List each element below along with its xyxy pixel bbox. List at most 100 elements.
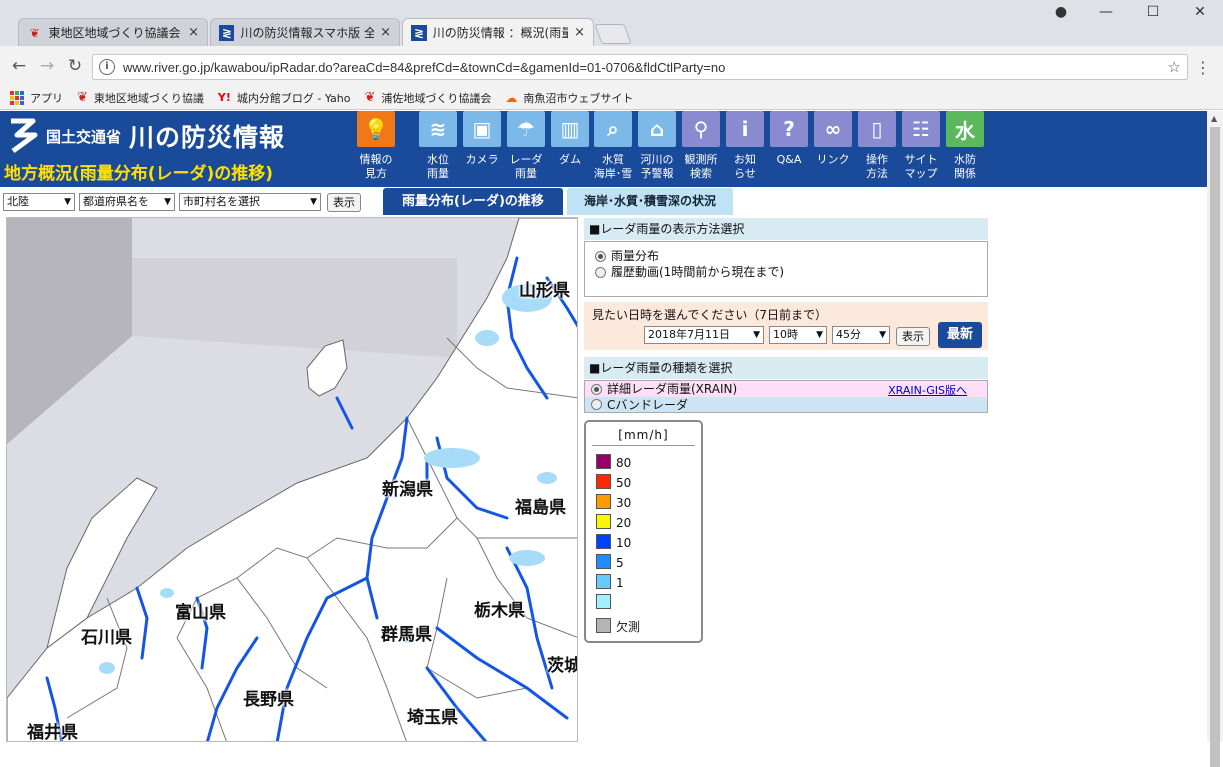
date-select[interactable]: 2018年7月11日 ▼ — [644, 326, 764, 344]
nav-flood-defense[interactable]: 水水防 関係 — [944, 111, 986, 181]
water-level-icon: ≋ — [419, 111, 457, 147]
nav-info[interactable]: i お知 らせ — [724, 111, 766, 181]
minute-select-value: 45分 — [836, 328, 861, 341]
radar-type-options: 詳細レーダ雨量(XRAIN) XRAIN-GIS版へ Cバンドレーダ — [584, 380, 988, 413]
latest-button[interactable]: 最新 — [938, 322, 982, 348]
town-select[interactable]: 市町村名を選択 ▼ — [179, 193, 321, 211]
yahoo-favicon-icon: Y! — [217, 91, 231, 104]
back-arrow-icon[interactable]: ← — [8, 55, 30, 77]
legend-swatch — [596, 514, 611, 529]
dropdown-arrow-icon: ▼ — [64, 197, 71, 207]
scroll-up-icon[interactable]: ▲ — [1211, 114, 1217, 123]
tab-close-icon[interactable]: × — [574, 25, 585, 40]
radio-unselected-icon[interactable] — [591, 399, 602, 410]
reload-icon[interactable]: ↻ — [64, 55, 86, 77]
display-method-header: ■レーダ雨量の表示方法選択 — [584, 218, 988, 240]
bookmark-item[interactable]: ☁ 南魚沼市ウェブサイト — [505, 90, 633, 106]
prefecture-label: 石川県 — [81, 628, 132, 648]
datetime-show-button[interactable]: 表示 — [896, 327, 930, 346]
bookmark-star-icon[interactable]: ☆ — [1168, 58, 1181, 76]
bookmark-item[interactable]: Y! 城内分館ブログ - Yaho — [218, 90, 351, 106]
lightbulb-icon: 💡 — [357, 111, 395, 147]
minimize-button[interactable]: — — [1090, 4, 1122, 20]
nav-link[interactable]: ∞ リンク — [812, 111, 854, 167]
flood-defense-icon: 水 — [946, 111, 984, 147]
date-select-value: 2018年7月11日 — [648, 328, 730, 341]
close-window-button[interactable]: ✕ — [1184, 4, 1216, 20]
nav-lightbulb[interactable]: 💡 情報の 見方 — [355, 111, 397, 181]
nav-water-level[interactable]: ≋ 水位 雨量 — [417, 111, 459, 181]
region-show-button[interactable]: 表示 — [327, 193, 361, 212]
bookmark-apps[interactable]: アプリ — [10, 90, 63, 106]
maximize-button[interactable]: ☐ — [1137, 4, 1169, 20]
browser-tab-1[interactable]: ❦ 東地区地域づくり協議会ブロ × — [18, 18, 208, 46]
radar-type-header: ■レーダ雨量の種類を選択 — [584, 357, 988, 379]
prefecture-select[interactable]: 都道府県名を ▼ — [79, 193, 175, 211]
legend-row — [596, 594, 616, 609]
browser-menu-icon[interactable]: ⋮ — [1195, 58, 1211, 77]
nav-sitemap[interactable]: ☷ サイト マップ — [900, 111, 942, 181]
browser-tabstrip: ❦ 東地区地域づくり協議会ブロ × ≷ 川の防災情報スマホ版 全国 × ≷ 川の… — [0, 0, 1223, 46]
rainfall-legend: [mm/h] 80 50 30 20 10 5 1 欠測 — [584, 420, 703, 643]
tab-close-icon[interactable]: × — [188, 25, 199, 40]
nav-label: お知 らせ — [734, 153, 756, 180]
tab-rain-radar[interactable]: 雨量分布(レーダ)の推移 — [383, 188, 563, 215]
legend-row: 10 — [596, 534, 631, 549]
nav-house-warning[interactable]: ⌂ 河川の 予警報 — [636, 111, 678, 181]
kawabou-favicon-icon: ❦ — [29, 25, 40, 40]
prefecture-label: 茨城 — [547, 656, 578, 676]
legend-value: 20 — [616, 516, 632, 530]
radio-rain-distribution[interactable]: 雨量分布 — [595, 248, 977, 264]
radio-selected-icon[interactable] — [595, 250, 606, 262]
tab-close-icon[interactable]: × — [380, 25, 391, 40]
browser-tab-2[interactable]: ≷ 川の防災情報スマホ版 全国 × — [210, 18, 400, 46]
bookmark-item[interactable]: ❦ 東地区地域づくり協議 — [77, 90, 204, 106]
nav-water-quality[interactable]: ⌕ 水質 海岸･雪 — [592, 111, 634, 181]
dam-icon: ▥ — [551, 111, 589, 147]
tab-coast-water-snow[interactable]: 海岸･水質･積雪深の状況 — [567, 188, 733, 215]
radio-selected-icon[interactable] — [591, 383, 602, 395]
new-tab-button[interactable] — [594, 24, 632, 44]
address-bar[interactable]: i www.river.go.jp/kawabou/ipRadar.do?are… — [92, 54, 1188, 80]
page-title: 地方概況(雨量分布(レーダ)の推移) — [4, 164, 274, 184]
bookmark-item[interactable]: ❦ 浦佐地域づくり協議会 — [365, 90, 492, 106]
nav-search[interactable]: ⚲ 観測所 検索 — [680, 111, 722, 181]
nav-dam[interactable]: ▥ ダム — [549, 111, 591, 167]
kawabou-favicon-icon: ❦ — [364, 90, 376, 105]
page-scrollbar[interactable]: ▲ — [1207, 111, 1223, 767]
dropdown-arrow-icon: ▼ — [816, 330, 823, 340]
dropdown-arrow-icon: ▼ — [164, 197, 171, 207]
nav-label: サイト マップ — [904, 153, 938, 180]
forward-arrow-icon[interactable]: → — [36, 55, 58, 77]
scrollbar-thumb[interactable] — [1210, 127, 1220, 767]
radio-cband[interactable]: Cバンドレーダ — [585, 397, 987, 412]
hour-select-value: 10時 — [773, 328, 798, 341]
nav-question[interactable]: ? Q&A — [768, 111, 810, 167]
legend-value: 80 — [616, 456, 632, 470]
legend-row: 20 — [596, 514, 631, 529]
tab-title: 川の防災情報スマホ版 全国 — [240, 26, 375, 40]
account-icon[interactable]: ● — [1045, 4, 1077, 20]
minute-select[interactable]: 45分 ▼ — [832, 326, 890, 344]
nav-mouse[interactable]: ▯ 操作 方法 — [856, 111, 898, 181]
display-method-options: 雨量分布 履歴動画(1時間前から現在まで) — [584, 241, 988, 297]
link-icon: ∞ — [814, 111, 852, 147]
radio-unselected-icon[interactable] — [595, 266, 606, 278]
radio-history-animation[interactable]: 履歴動画(1時間前から現在まで) — [595, 264, 977, 280]
site-info-icon[interactable]: i — [99, 59, 115, 75]
region-select[interactable]: 北陸 ▼ — [3, 193, 75, 211]
prefecture-select-value: 都道府県名を — [83, 195, 149, 208]
nav-camera[interactable]: ▣ カメラ — [461, 111, 503, 167]
nav-radar-rain[interactable]: ☂ レーダ 雨量 — [505, 111, 547, 181]
xrain-gis-link[interactable]: XRAIN-GIS版へ — [888, 382, 967, 398]
hour-select[interactable]: 10時 ▼ — [769, 326, 827, 344]
nav-label: 操作 方法 — [866, 153, 888, 180]
browser-tab-3-active[interactable]: ≷ 川の防災情報 ：概況(雨量 × — [402, 18, 594, 46]
site-logo[interactable]: 国土交通省 川の防災情報 — [6, 117, 285, 155]
legend-value: 欠測 — [616, 620, 641, 634]
radio-xrain[interactable]: 詳細レーダ雨量(XRAIN) XRAIN-GIS版へ — [585, 381, 987, 397]
site-header: 国土交通省 川の防災情報 地方概況(雨量分布(レーダ)の推移) 💡 情報の 見方 ≋… — [0, 111, 1207, 187]
legend-row: 30 — [596, 494, 631, 509]
radar-map[interactable]: 山形県 新潟県 福島県 富山県 石川県 栃木県 群馬県 茨城 長野県 埼玉県 福井県 — [6, 217, 578, 742]
nav-label: 水質 海岸･雪 — [593, 153, 633, 180]
